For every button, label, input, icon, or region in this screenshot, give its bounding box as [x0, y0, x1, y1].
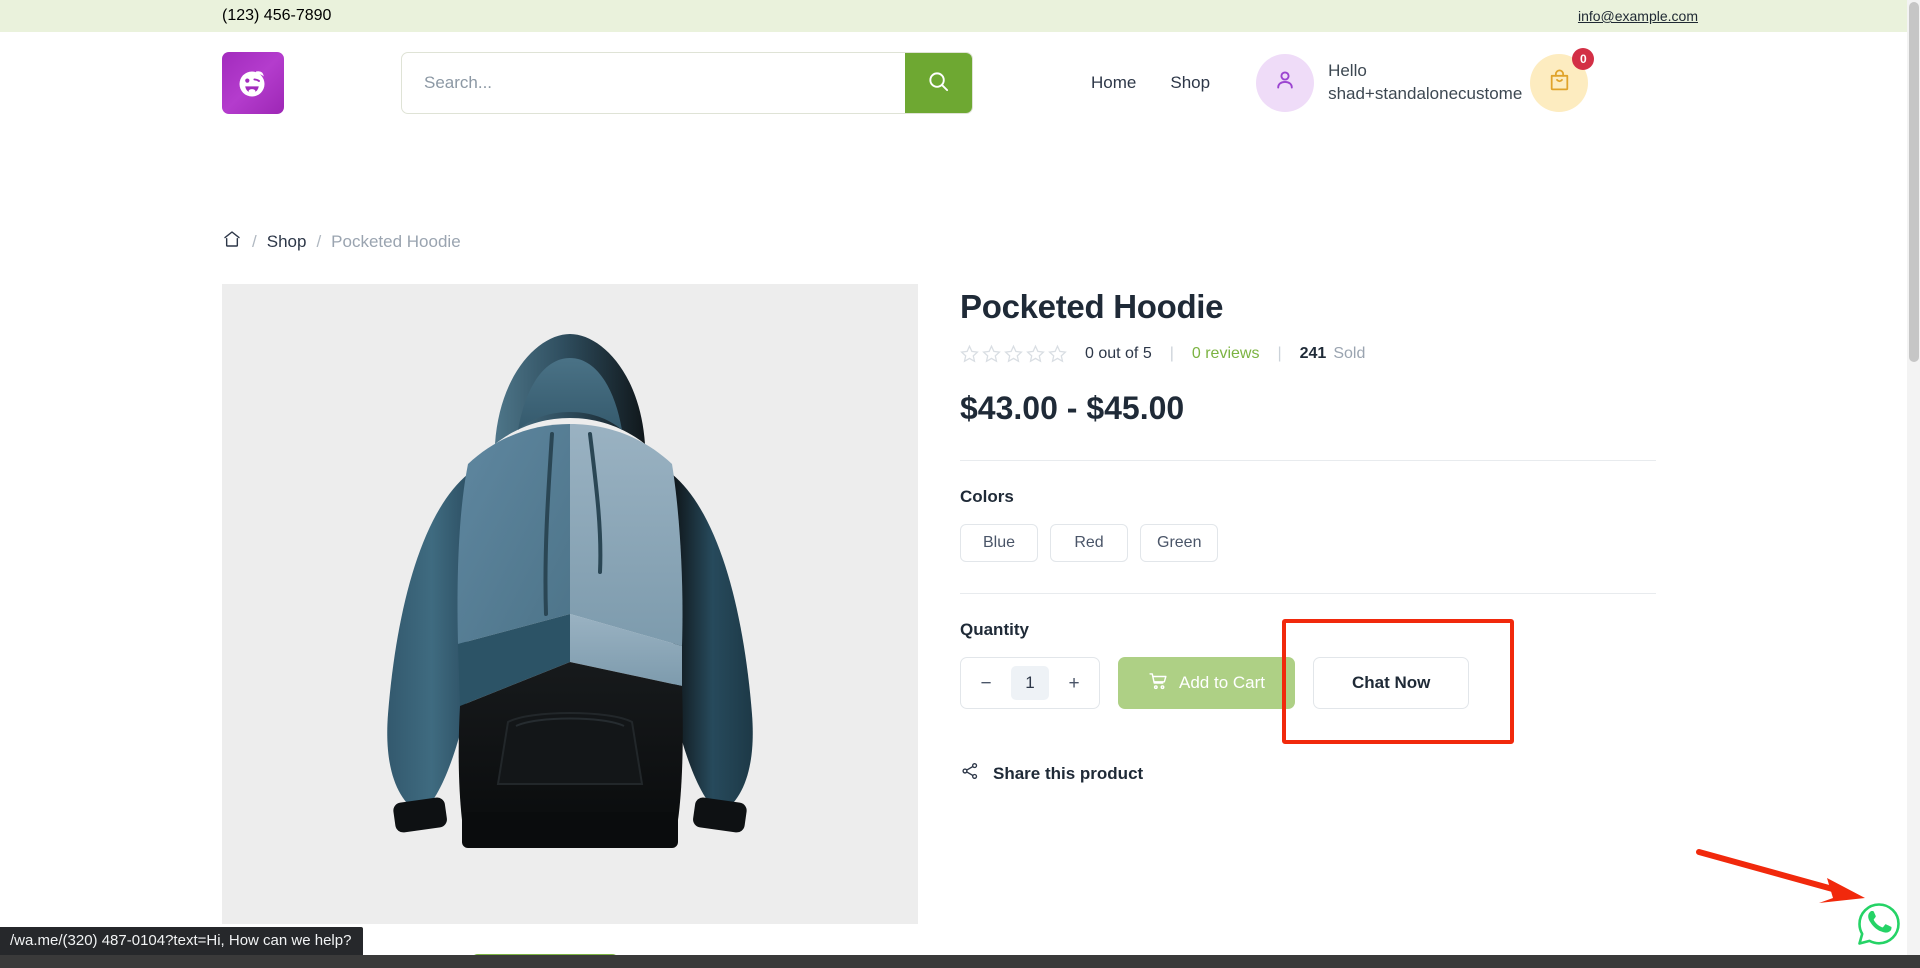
- breadcrumb-home-link[interactable]: [222, 229, 242, 254]
- avatar: [1256, 53, 1315, 112]
- quantity-label: Quantity: [960, 620, 1029, 639]
- account-greeting: Hello: [1328, 60, 1367, 80]
- product-detail: Pocketed Hoodie 0 out of 5 | 0 reviews |…: [222, 284, 1920, 968]
- product-title: Pocketed Hoodie: [960, 288, 1224, 325]
- chat-now-button[interactable]: Chat Now: [1313, 657, 1470, 709]
- contact-phone: (123) 456-7890: [222, 7, 332, 24]
- sold-label: Sold: [1333, 344, 1366, 362]
- meta-divider-2: |: [1277, 344, 1282, 362]
- breadcrumb-separator-1: /: [252, 231, 257, 251]
- purchase-controls: − 1 + Add to Cart Chat Now: [960, 619, 1656, 744]
- add-to-cart-button[interactable]: Add to Cart: [1118, 657, 1295, 709]
- color-options: Blue Red Green: [960, 524, 1656, 562]
- rating-stars: [960, 344, 1067, 363]
- breadcrumb-separator-2: /: [316, 231, 322, 251]
- page-scrollbar-track[interactable]: [1907, 0, 1920, 955]
- search-input[interactable]: [402, 52, 905, 113]
- color-option-red[interactable]: Red: [1050, 524, 1128, 562]
- site-header: Home Shop Hello shad+standalonecustome: [0, 32, 1920, 133]
- star-icon: [982, 344, 1001, 363]
- browser-status-bar-url: /wa.me/(320) 487-0104?text=Hi, How can w…: [0, 927, 364, 955]
- share-icon: [960, 761, 980, 786]
- quantity-value[interactable]: 1: [1011, 666, 1049, 700]
- star-icon: [960, 344, 979, 363]
- star-icon: [1048, 344, 1067, 363]
- divider-1: [960, 460, 1656, 461]
- add-to-cart-label: Add to Cart: [1179, 673, 1265, 692]
- breadcrumb-current: Pocketed Hoodie: [331, 231, 461, 251]
- search-submit-button[interactable]: [905, 52, 972, 113]
- divider-2: [960, 593, 1656, 594]
- star-icon: [1026, 344, 1045, 363]
- search-icon: [927, 70, 950, 96]
- window-bottom-strip: [0, 955, 1920, 968]
- quantity-stepper: − 1 +: [960, 657, 1100, 709]
- product-price: $43.00 - $45.00: [960, 390, 1185, 426]
- cart-badge: 0: [1572, 47, 1595, 70]
- contact-email-link[interactable]: info@example.com: [1578, 8, 1698, 24]
- whatsapp-icon: [1855, 900, 1903, 953]
- site-logo[interactable]: [222, 51, 284, 114]
- rating-text: 0 out of 5: [1085, 344, 1152, 362]
- product-main-image[interactable]: [222, 284, 918, 924]
- account-username: shad+standalonecustome: [1328, 83, 1523, 103]
- page-scrollbar-thumb[interactable]: [1909, 2, 1919, 362]
- reviews-link[interactable]: 0 reviews: [1192, 345, 1260, 363]
- colors-label: Colors: [960, 487, 1014, 506]
- shopping-bag-icon: [1547, 68, 1572, 98]
- home-icon: [222, 229, 242, 254]
- breadcrumb-shop-link[interactable]: Shop: [267, 232, 307, 252]
- color-option-blue[interactable]: Blue: [960, 524, 1038, 562]
- star-icon: [1004, 344, 1023, 363]
- breadcrumb: / Shop / Pocketed Hoodie: [222, 133, 1920, 254]
- cart-button[interactable]: 0: [1530, 47, 1595, 112]
- account-text: Hello shad+standalonecustome: [1328, 60, 1522, 106]
- nav-item-home[interactable]: Home: [1091, 73, 1136, 93]
- user-icon: [1273, 68, 1297, 97]
- product-gallery: [222, 284, 918, 968]
- product-meta: 0 out of 5 | 0 reviews | 241 Sold: [960, 344, 1656, 363]
- nav-item-shop[interactable]: Shop: [1170, 73, 1210, 93]
- sold-count: 241: [1299, 344, 1327, 362]
- account-menu[interactable]: Hello shad+standalonecustome: [1256, 53, 1522, 112]
- product-info: Pocketed Hoodie 0 out of 5 | 0 reviews |…: [960, 284, 1656, 968]
- smiley-face-logo-icon: [236, 66, 270, 100]
- share-product-button[interactable]: Share this product: [960, 761, 1143, 786]
- share-label: Share this product: [993, 763, 1144, 783]
- main-nav: Home Shop: [1091, 73, 1210, 93]
- search-bar: [401, 51, 973, 114]
- quantity-increase-button[interactable]: +: [1063, 672, 1085, 694]
- quantity-decrease-button[interactable]: −: [975, 672, 997, 694]
- whatsapp-chat-button[interactable]: [1853, 900, 1905, 952]
- cart-icon: [1148, 671, 1168, 696]
- announcement-bar: (123) 456-7890 info@example.com: [0, 0, 1920, 32]
- meta-divider-1: |: [1169, 344, 1174, 362]
- color-option-green[interactable]: Green: [1140, 524, 1219, 562]
